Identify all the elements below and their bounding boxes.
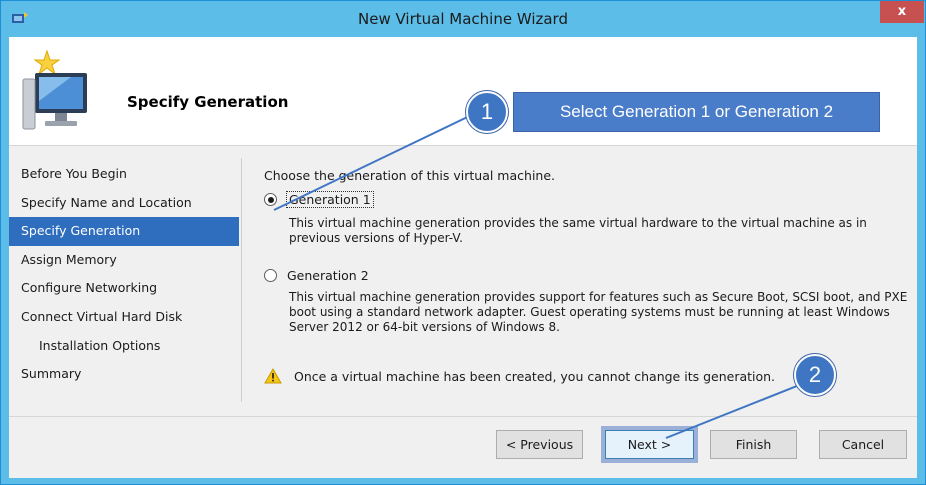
sidebar-item-connect-virtual-hard-disk[interactable]: Connect Virtual Hard Disk bbox=[9, 303, 239, 332]
finish-button[interactable]: Finish bbox=[710, 430, 797, 459]
sidebar-item-summary[interactable]: Summary bbox=[9, 360, 239, 389]
wizard-steps-sidebar: Before You Begin Specify Name and Locati… bbox=[9, 160, 239, 389]
warning-text: Once a virtual machine has been created,… bbox=[294, 368, 776, 384]
close-button[interactable]: x bbox=[880, 1, 924, 23]
sidebar-item-before-you-begin[interactable]: Before You Begin bbox=[9, 160, 239, 189]
generation-1-label[interactable]: Generation 1 bbox=[286, 191, 374, 208]
generation-2-label[interactable]: Generation 2 bbox=[287, 268, 369, 283]
generation-warning: Once a virtual machine has been created,… bbox=[264, 368, 775, 384]
radio-selected-icon[interactable] bbox=[264, 193, 277, 206]
sidebar-item-assign-memory[interactable]: Assign Memory bbox=[9, 246, 239, 275]
step-1-badge: 1 bbox=[466, 91, 508, 133]
sidebar-item-installation-options[interactable]: Installation Options bbox=[9, 332, 239, 361]
radio-unselected-icon[interactable] bbox=[264, 269, 277, 282]
window-title: New Virtual Machine Wizard bbox=[358, 10, 568, 28]
sidebar-item-name-and-location[interactable]: Specify Name and Location bbox=[9, 189, 239, 218]
sidebar-divider bbox=[241, 158, 242, 402]
generation-prompt: Choose the generation of this virtual ma… bbox=[264, 168, 555, 183]
generation-2-radio[interactable]: Generation 2 bbox=[264, 268, 369, 283]
generation-1-description: This virtual machine generation provides… bbox=[289, 216, 867, 245]
wizard-window: New Virtual Machine Wizard x Specify Gen… bbox=[0, 0, 926, 485]
generation-2-description: This virtual machine generation provides… bbox=[289, 290, 908, 334]
header-divider bbox=[9, 145, 917, 146]
virtual-machine-icon bbox=[22, 49, 87, 130]
warning-icon bbox=[264, 368, 282, 384]
next-button[interactable]: Next > bbox=[605, 430, 694, 459]
previous-button[interactable]: < Previous bbox=[496, 430, 583, 459]
page-title: Specify Generation bbox=[127, 93, 289, 111]
step-2-badge: 2 bbox=[794, 354, 836, 396]
title-bar: New Virtual Machine Wizard x bbox=[1, 1, 925, 37]
cancel-button[interactable]: Cancel bbox=[819, 430, 907, 459]
annotation-callout: Select Generation 1 or Generation 2 bbox=[513, 92, 880, 132]
footer-divider bbox=[9, 416, 917, 417]
generation-1-radio[interactable]: Generation 1 bbox=[264, 191, 374, 208]
sidebar-item-configure-networking[interactable]: Configure Networking bbox=[9, 274, 239, 303]
sidebar-item-specify-generation[interactable]: Specify Generation bbox=[9, 217, 239, 246]
